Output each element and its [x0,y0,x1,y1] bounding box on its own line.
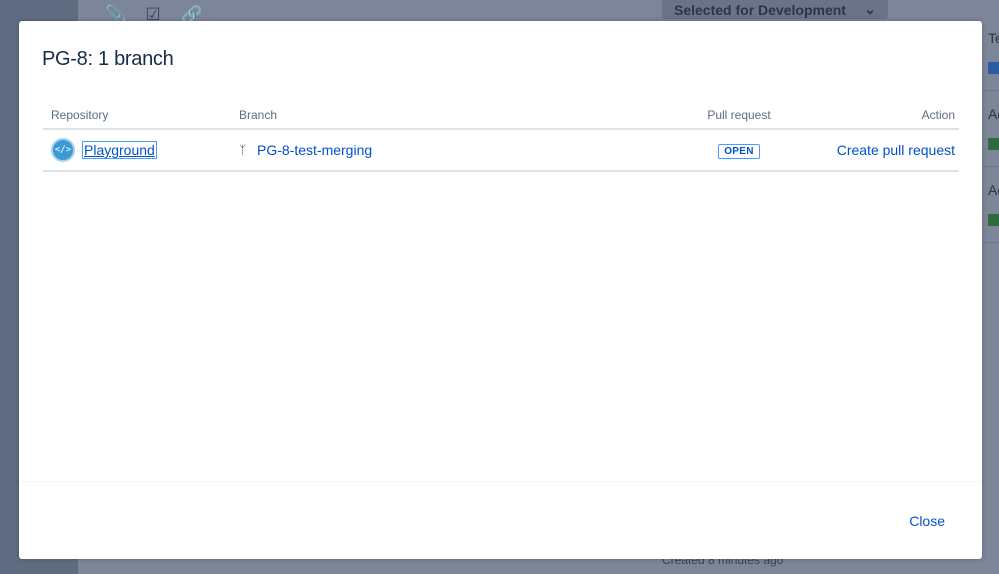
status-dropdown: Selected for Development ⌄ [662,0,888,19]
column-header-action: Action [921,108,955,122]
repository-icon: </> [51,138,75,162]
column-header-repository: Repository [51,108,109,122]
chevron-down-icon: ⌄ [864,1,876,17]
table-header: Repository Branch Pull request Action [43,108,959,130]
table-row: </> Playground ᛉ PG-8-test-merging OPEN … [43,130,959,172]
create-pull-request-link[interactable]: Create pull request [837,142,955,158]
status-icon [988,138,999,150]
status-badge: OPEN [718,144,760,159]
divider [982,242,999,243]
side-label: Ac [988,106,999,122]
status-label: Selected for Development [674,1,846,18]
branches-dialog: PG-8: 1 branch Repository Branch Pull re… [19,21,982,559]
close-button[interactable]: Close [909,513,945,529]
action-cell: Create pull request [809,142,959,158]
divider [982,90,999,91]
checkbox-icon [988,62,999,74]
column-header-pull-request: Pull request [707,108,771,122]
pull-request-cell: OPEN [669,141,809,159]
column-header-branch: Branch [239,108,278,122]
branch-link[interactable]: PG-8-test-merging [257,142,372,158]
footer-divider [19,481,982,482]
side-label: Ac [988,182,999,198]
dialog-title: PG-8: 1 branch [42,48,174,70]
repository-link[interactable]: Playground [82,141,157,159]
branch-cell: ᛉ PG-8-test-merging [239,142,669,158]
branch-icon: ᛉ [239,143,247,157]
branches-table: Repository Branch Pull request Action </… [43,108,959,172]
repository-cell: </> Playground [43,138,239,162]
side-label: Te [988,30,999,46]
divider [982,166,999,167]
status-icon [988,214,999,226]
